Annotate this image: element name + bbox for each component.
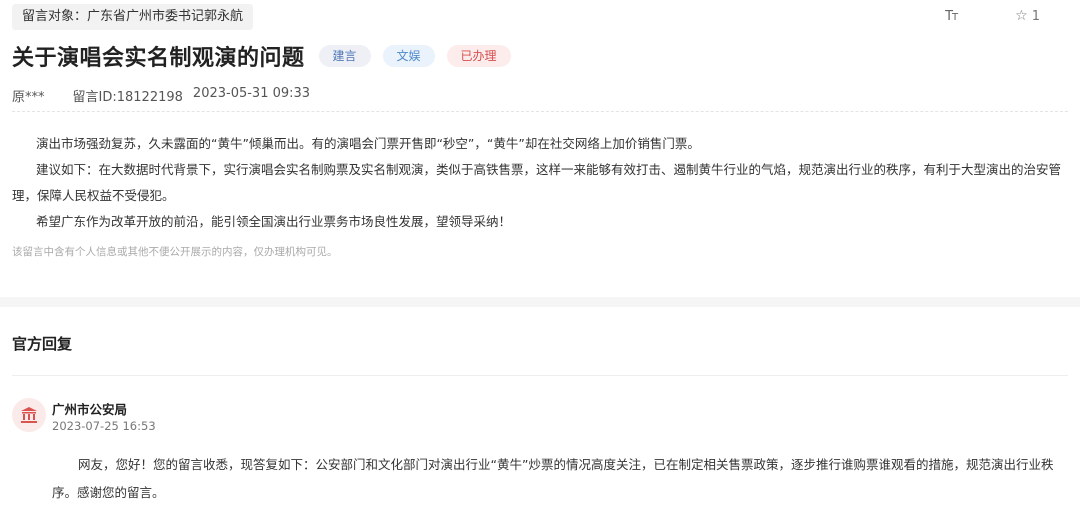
reply-content: 网友，您好！您的留言收悉，现答复如下：公安部门和文化部门对演出行业“黄牛”炒票的… [52,451,1068,507]
content-paragraph: 演出市场强劲复苏，久未露面的“黄牛”倾巢而出。有的演唱会门票开售即“秒空”，“黄… [36,136,700,151]
tag-status-done: 已办理 [446,45,511,67]
title-row: 关于演唱会实名制观演的问题 建言 文娱 已办理 [12,40,511,72]
reply-department: 广州市公安局 [52,402,128,417]
reply-datetime: 2023-07-25 16:53 [52,419,156,433]
privacy-notice: 该留言中含有个人信息或其他不便公开展示的内容，仅办理机构可见。 [12,246,338,258]
toolbar: TT ☆ 1 [945,8,1040,24]
post-meta: 原*** 留言ID:18122198 2023-05-31 09:33 [12,86,310,105]
tag-culture[interactable]: 文娱 [382,45,435,67]
font-size-icon[interactable]: TT [945,9,958,24]
government-building-icon [12,398,46,432]
reply-heading: 官方回复 [12,335,73,353]
message-id: 留言ID:18122198 [72,90,183,105]
recipient-label: 留言对象：广东省广州市委书记郭永航 [12,4,254,30]
top-bar: 留言对象：广东省广州市委书记郭永航 TT ☆ 1 [12,4,1080,32]
post-datetime: 2023-05-31 09:33 [192,86,311,101]
favorite-count: 1 [1031,8,1040,24]
divider [12,111,1068,112]
author-name: 原*** [12,90,45,105]
reply-paragraph: 网友，您好！您的留言收悉，现答复如下：公安部门和文化部门对演出行业“黄牛”炒票的… [52,457,1054,500]
post-title: 关于演唱会实名制观演的问题 [12,46,305,71]
section-separator [0,297,1080,307]
post-content: 演出市场强劲复苏，久未露面的“黄牛”倾巢而出。有的演唱会门票开售即“秒空”，“黄… [12,131,1068,235]
tag-suggestion[interactable]: 建言 [318,45,371,67]
divider [12,375,1068,376]
favorite-button[interactable]: ☆ 1 [1015,8,1040,24]
content-paragraph: 希望广东作为改革开放的前沿，能引领全国演出行业票务市场良性发展，望领导采纳！ [36,214,512,229]
content-paragraph: 建议如下：在大数据时代背景下，实行演唱会实名制购票及实名制观演，类似于高铁售票，… [12,162,1062,203]
star-icon: ☆ [1015,8,1028,24]
